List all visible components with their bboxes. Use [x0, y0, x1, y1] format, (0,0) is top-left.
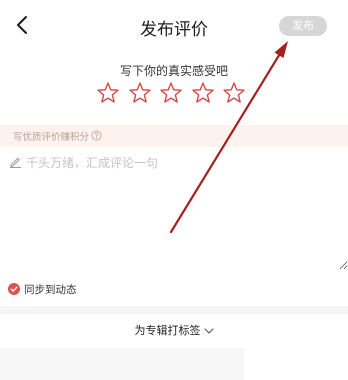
- review-placeholder: 千头万绪，汇成评论一句: [26, 156, 159, 170]
- nav-bar: 发布评价 发布: [0, 0, 348, 48]
- star-1-button[interactable]: [96, 81, 120, 105]
- album-tag-label: 为专辑打标签: [134, 324, 201, 337]
- check-circle-icon: [8, 283, 20, 295]
- publish-button[interactable]: 发布: [279, 16, 327, 36]
- tip-bar: 写优质评价赚积分: [0, 125, 348, 147]
- sync-label: 同步到动态: [24, 284, 77, 296]
- chevron-down-icon: [203, 328, 214, 334]
- star-outline-icon: [97, 82, 119, 103]
- help-circle-icon[interactable]: [91, 130, 102, 141]
- tag-panel: [0, 348, 244, 380]
- star-outline-icon: [160, 82, 182, 103]
- pencil-icon: [9, 157, 22, 168]
- tip-text: 写优质评价赚积分: [13, 132, 90, 143]
- section-divider: [0, 306, 348, 314]
- star-outline-icon: [191, 82, 214, 103]
- star-outline-icon: [128, 82, 151, 103]
- rating-prompt: 写下你的真实感受吧: [119, 64, 228, 78]
- star-2-button[interactable]: [128, 81, 152, 105]
- star-outline-icon: [223, 82, 245, 103]
- album-tag-button[interactable]: 为专辑打标签: [0, 322, 348, 338]
- star-4-button[interactable]: [191, 81, 215, 105]
- star-3-button[interactable]: [159, 81, 183, 105]
- star-5-button[interactable]: [222, 81, 246, 105]
- star-rating: [96, 81, 246, 107]
